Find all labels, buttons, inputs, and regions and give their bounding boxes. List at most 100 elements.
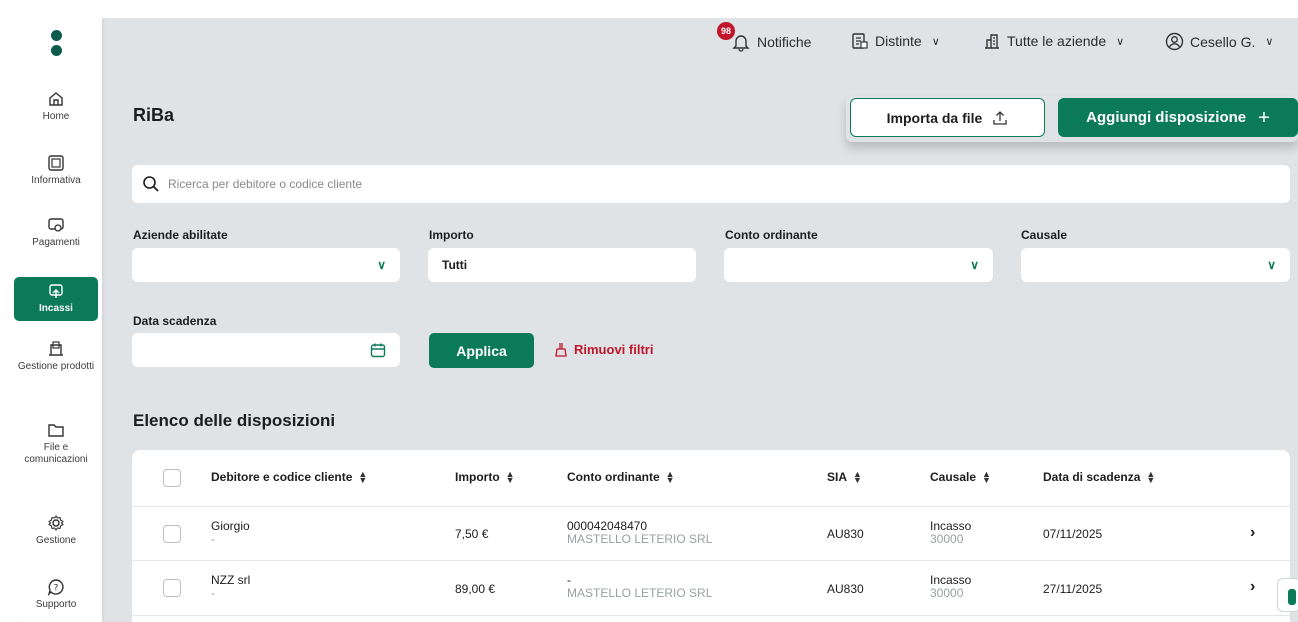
row-checkbox[interactable] [163,579,181,597]
dispositions-table: Debitore e codice cliente ▲ ▼ Importo ▲ ▼ Co… [132,450,1290,622]
chevron-down-icon: ∨ [1267,258,1276,272]
column-header-sia[interactable]: SIA ▲ ▼ [827,469,862,485]
chevron-right-icon[interactable]: › [1250,578,1255,596]
importo-cell: 7,50 € [455,527,489,541]
sidebar: Home Informativa Pagamenti Incassi Gesti… [10,18,102,622]
causale-cell: Incasso 30000 [930,573,972,600]
causale-select[interactable]: ∨ [1021,248,1290,282]
importo-label: Importo [429,228,474,242]
data-scadenza-input[interactable] [132,333,400,367]
calendar-icon [370,343,386,358]
data-cell: 27/11/2025 [1043,582,1103,596]
sia-cell: AU830 [827,527,864,541]
sort-icon: ▲ ▼ [853,469,862,485]
aziende-label: Aziende abilitate [133,228,228,242]
search-input[interactable]: Ricerca per debitore o codice cliente [132,165,1290,203]
remove-filters-label: Rimuovi filtri [574,342,654,357]
user-avatar-icon [1165,32,1184,51]
search-placeholder: Ricerca per debitore o codice cliente [168,177,363,191]
chevron-down-icon: ∨ [1116,35,1125,48]
building-icon [985,34,999,49]
divider [132,615,1290,616]
notifications-button[interactable]: 98 Notifiche [717,22,812,52]
debitore-cell: Giorgio - [211,519,250,546]
svg-text:?: ? [54,584,59,594]
column-header-causale[interactable]: Causale ▲ ▼ [930,469,991,485]
add-disposition-button[interactable]: Aggiungi disposizione + [1058,98,1298,137]
sort-icon: ▲ ▼ [505,469,515,485]
plus-icon: + [1258,106,1270,129]
page-title: RiBa [133,105,175,125]
importo-cell: 89,00 € [455,582,496,596]
distinte-dropdown[interactable]: Distinte ∨ [851,32,940,50]
info-card-icon [48,155,64,171]
chevron-right-icon[interactable]: › [1250,524,1255,542]
notifications-label: Notifiche [757,34,812,50]
user-menu[interactable]: Cesello G. ∨ [1165,32,1273,51]
divider [132,560,1290,561]
column-header-debitore[interactable]: Debitore e codice cliente ▲ ▼ [211,469,368,485]
companies-label: Tutte le aziende [1007,33,1107,49]
sidebar-item-label: Home [42,111,70,122]
products-icon [49,341,63,356]
sidebar-item-home[interactable]: Home [14,90,98,123]
sort-icon: ▲ ▼ [1146,469,1156,485]
collections-icon [49,284,63,298]
remove-filters-button[interactable]: Rimuovi filtri [554,342,653,357]
sidebar-item-supporto[interactable]: ? Supporto [14,578,98,611]
companies-dropdown[interactable]: Tutte le aziende ∨ [983,32,1124,50]
sia-cell: AU830 [827,582,864,596]
import-file-label: Importa da file [886,109,983,126]
aziende-select[interactable]: ∨ [132,248,400,282]
sort-icon: ▲ ▼ [358,469,368,485]
user-name: Cesello G. [1190,33,1256,50]
upload-icon [993,110,1007,125]
sort-icon: ▲ ▼ [665,469,675,485]
divider [132,506,1290,507]
sidebar-item-incassi[interactable]: Incassi [14,277,98,321]
notification-badge: 98 [717,22,735,40]
distinte-label: Distinte [875,33,922,49]
debitore-cell: NZZ srl - [211,573,251,600]
app-window: Home Informativa Pagamenti Incassi Gesti… [10,18,1298,622]
conto-label: Conto ordinante [725,228,818,242]
sidebar-item-gestione[interactable]: Gestione [14,514,98,547]
home-icon [49,92,63,106]
select-all-checkbox[interactable] [163,469,181,487]
sidebar-item-label: File e comunicazioni [24,442,88,465]
sidebar-item-label: Pagamenti [32,237,80,248]
chevron-down-icon: ∨ [931,35,940,48]
column-header-data[interactable]: Data di scadenza ▲ ▼ [1043,469,1156,485]
sort-icon: ▲ ▼ [982,469,991,485]
importo-select[interactable]: Tutti [428,248,696,282]
add-disposition-label: Aggiungi disposizione [1086,109,1247,126]
sidebar-item-label: Supporto [35,599,77,610]
sidebar-item-informativa[interactable]: Informativa [14,154,98,187]
import-file-button[interactable]: Importa da file [850,98,1045,137]
causale-cell: Incasso 30000 [930,519,972,546]
sidebar-item-pagamenti[interactable]: Pagamenti [14,216,98,249]
gear-icon [48,515,64,531]
sidebar-item-label: Informativa [31,175,81,186]
chevron-down-icon: ∨ [377,258,386,272]
help-icon: ? [47,579,64,596]
folder-icon [48,424,64,437]
conto-cell: 000042048470 MASTELLO LETERIO SRL [567,519,713,546]
sidebar-item-gestione-prodotti[interactable]: Gestione prodotti [14,340,98,373]
document-list-icon [852,33,868,49]
apply-button[interactable]: Applica [429,333,534,368]
row-checkbox[interactable] [163,525,181,543]
column-header-importo[interactable]: Importo ▲ ▼ [455,469,515,485]
payments-icon [48,218,64,232]
column-header-conto[interactable]: Conto ordinante ▲ ▼ [567,469,675,485]
importo-value: Tutti [442,258,468,272]
sidebar-item-label: Incassi [39,303,73,314]
chevron-down-icon: ∨ [1265,36,1274,48]
sidebar-item-label: Gestione prodotti [17,361,95,372]
help-widget-button[interactable] [1277,578,1298,612]
conto-cell: - MASTELLO LETERIO SRL [567,573,713,600]
sidebar-item-file-comunicazioni[interactable]: File e comunicazioni [14,421,98,466]
causale-label: Causale [1021,228,1068,242]
app-logo [51,30,62,60]
conto-select[interactable]: ∨ [724,248,993,282]
